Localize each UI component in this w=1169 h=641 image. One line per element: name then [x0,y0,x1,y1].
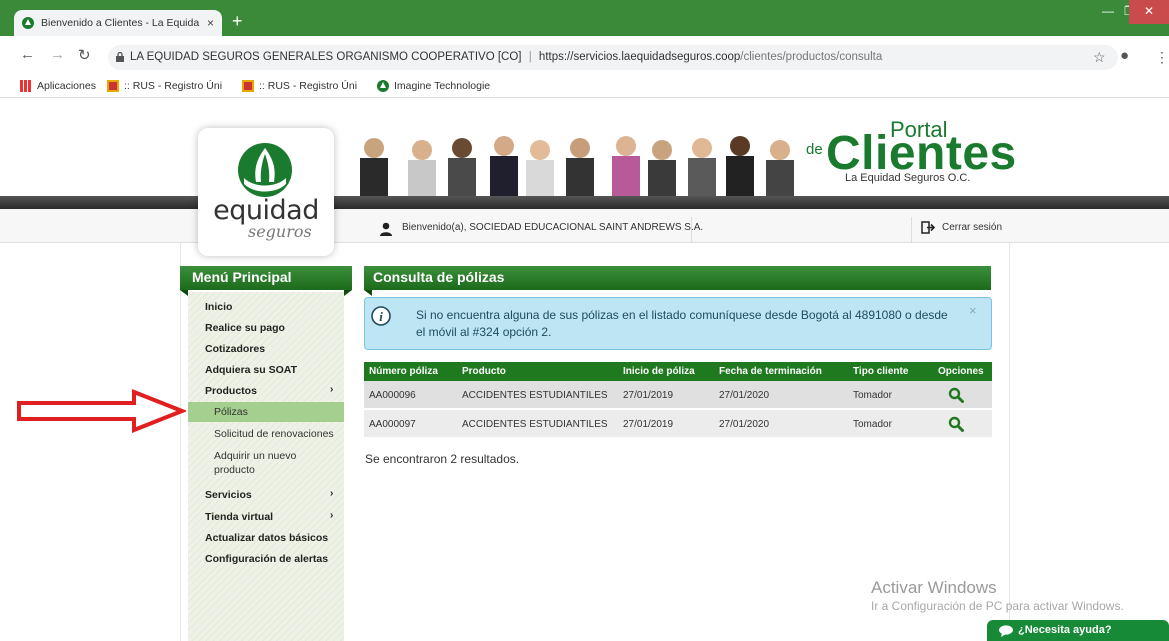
product: ACCIDENTES ESTUDIANTILES [462,419,608,430]
apps-grid-icon [20,80,32,92]
tab-title: Bienvenido a Clientes - La Equida [41,17,200,29]
search-icon[interactable] [948,416,964,432]
url-path: /clientes/productos/consulta [740,51,883,63]
sidebar-item-servicios[interactable]: Servicios [205,489,252,501]
bookmark-label: Aplicaciones [37,80,96,92]
forward-icon[interactable]: → [50,46,65,63]
column-header: Fecha de terminación [719,366,822,377]
table-header: Número póliza Producto Inicio de póliza … [364,362,992,381]
logout-icon[interactable] [921,221,935,234]
sidebar-subitem-nuevo-producto[interactable]: Adquirir un nuevo producto [214,449,324,477]
column-header: Número póliza [369,366,438,377]
sidebar-item-tienda[interactable]: Tienda virtual [205,511,273,523]
url-host: LA EQUIDAD SEGUROS GENERALES ORGANISMO C… [130,51,522,63]
svg-text:i: i [379,309,383,324]
sidebar-item-alertas[interactable]: Configuración de alertas [205,553,328,565]
page-title: Consulta de pólizas [364,266,991,290]
sidebar-item-productos[interactable]: Productos [205,385,257,397]
sidebar-subitem-polizas[interactable]: Pólizas [214,406,248,418]
equidad-logo-icon [238,143,292,197]
sidebar-item-soat[interactable]: Adquiera su SOAT [205,364,297,376]
alert-message: Si no encuentra alguna de sus pólizas en… [416,308,948,339]
bookmark-star-icon[interactable]: ☆ [1093,49,1106,66]
header-dark-bar [0,196,1169,209]
rus-icon [242,80,254,92]
new-tab-button[interactable]: + [232,12,243,30]
equidad-favicon-icon [22,17,34,29]
search-icon[interactable] [948,387,964,403]
logo-sub-text: seguros [248,222,312,241]
reload-icon[interactable]: ↻ [78,46,91,64]
bookmark-rus-2[interactable]: :: RUS - Registro Úni [242,80,357,92]
welcome-message: Bienvenido(a), SOCIEDAD EDUCACIONAL SAIN… [402,222,704,233]
bookmark-label: Imagine Technologie [394,80,491,92]
sidebar-item-cotizadores[interactable]: Cotizadores [205,343,265,355]
sidebar-subitem-renovaciones[interactable]: Solicitud de renovaciones [214,428,334,440]
chevron-right-icon: › [330,510,334,521]
client-type: Tomador [853,419,892,430]
url-text[interactable]: LA EQUIDAD SEGUROS GENERALES ORGANISMO C… [130,51,882,63]
ribbon-fold [364,290,372,296]
menu-title: Menú Principal [180,266,352,290]
bookmark-label: :: RUS - Registro Úni [259,80,358,92]
url-scheme-host: https://servicios.laequidadseguros.coop [538,51,741,63]
chevron-right-icon: › [330,384,334,395]
sidebar-item-pago[interactable]: Realice su pago [205,322,285,334]
bookmark-label: :: RUS - Registro Úni [124,80,223,92]
windows-watermark-title: Activar Windows [871,578,997,597]
product: ACCIDENTES ESTUDIANTILES [462,390,608,401]
windows-watermark-subtitle: Ir a Configuración de PC para activar Wi… [871,599,1124,613]
portal-subtitle: La Equidad Seguros O.C. [845,172,971,184]
help-label[interactable]: ¿Necesita ayuda? [1018,624,1112,636]
browser-tab[interactable]: Bienvenido a Clientes - La Equida × [14,10,222,36]
minimize-icon[interactable]: — [1102,4,1114,18]
window-close-icon[interactable]: ✕ [1129,0,1169,24]
bookmark-imagine[interactable]: Imagine Technologie [377,80,490,92]
ribbon-fold [180,290,188,296]
sidebar-item-inicio[interactable]: Inicio [205,301,232,313]
active-item-highlight [188,402,344,422]
end-date: 27/01/2020 [719,390,770,401]
sidebar-item-actualizar[interactable]: Actualizar datos básicos [205,532,328,544]
banner-people-image [360,136,794,196]
alert-close-icon[interactable]: × [969,303,977,318]
table-row: AA000097 ACCIDENTES ESTUDIANTILES 27/01/… [364,410,992,439]
policies-table: Número póliza Producto Inicio de póliza … [364,362,992,439]
tab-close-icon[interactable]: × [207,16,214,30]
policy-number: AA000096 [369,390,416,401]
rus-icon [107,80,119,92]
column-header: Opciones [938,366,984,377]
column-header: Tipo cliente [853,366,909,377]
user-icon [380,222,392,236]
table-row: AA000096 ACCIDENTES ESTUDIANTILES 27/01/… [364,381,992,410]
policy-number: AA000097 [369,419,416,430]
column-header: Producto [462,366,506,377]
divider [911,217,912,243]
start-date: 27/01/2019 [623,390,674,401]
start-date: 27/01/2019 [623,419,674,430]
bookmark-apps[interactable]: Aplicaciones [20,80,96,92]
info-icon: i [371,306,391,326]
red-arrow-annotation [17,389,186,433]
end-date: 27/01/2020 [719,419,770,430]
equidad-favicon-icon [377,80,389,92]
logout-link[interactable]: Cerrar sesión [942,222,1002,233]
bookmark-rus-1[interactable]: :: RUS - Registro Úni [107,80,222,92]
portal-de-text: de [806,141,823,158]
lock-icon [116,52,124,62]
url-separator: | [528,51,532,63]
client-type: Tomador [853,390,892,401]
results-count: Se encontraron 2 resultados. [365,452,520,466]
menu-kebab-icon[interactable]: ⋮ [1155,49,1169,66]
column-header: Inicio de póliza [623,366,695,377]
ribbon-fold [344,290,352,296]
account-icon[interactable]: ● [1120,47,1129,64]
chat-bubble-icon [999,625,1013,637]
back-icon[interactable]: ← [20,46,35,63]
chevron-right-icon: › [330,488,334,499]
